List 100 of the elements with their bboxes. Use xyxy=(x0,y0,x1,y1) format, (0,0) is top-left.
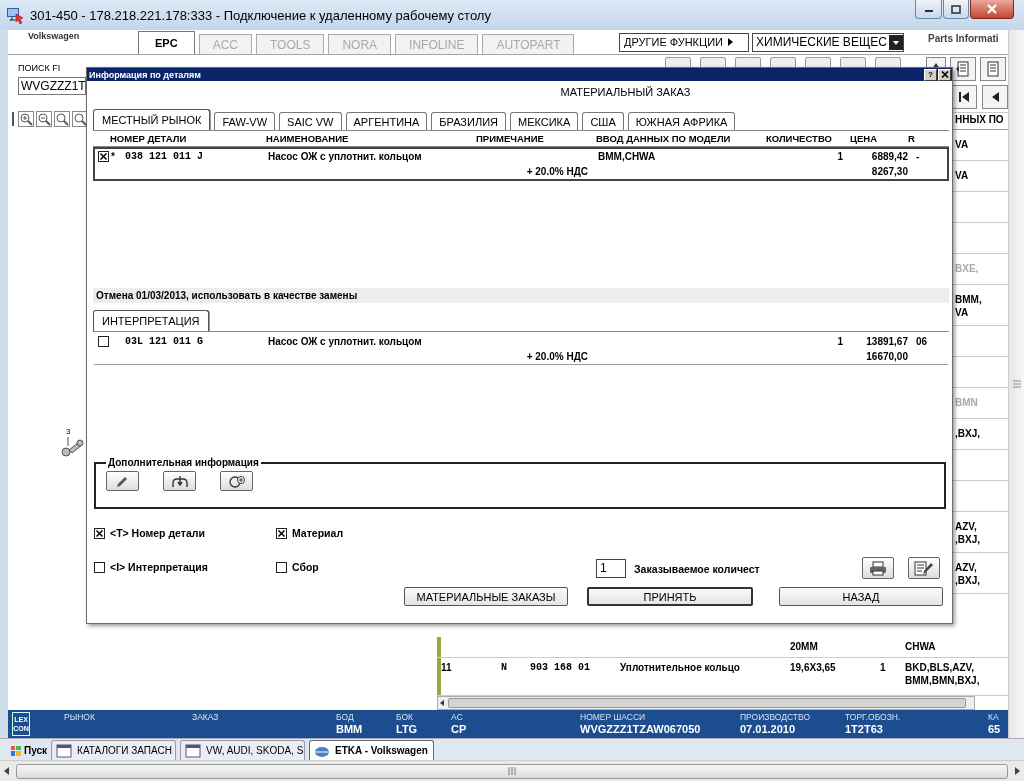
scrollbar-thumb[interactable] xyxy=(16,763,1008,779)
status-label: ЗАКАЗ xyxy=(192,711,220,723)
document-icon xyxy=(956,61,970,77)
option-label: Сбор xyxy=(292,561,319,573)
document-button[interactable] xyxy=(950,57,976,81)
price-with-vat: 16670,00 xyxy=(865,351,909,362)
table-cell-text: 11 xyxy=(441,661,453,675)
windows-icon xyxy=(10,744,22,757)
close-button[interactable] xyxy=(970,0,1014,19)
table-cell-text: AZV, ,BXJ, xyxy=(954,561,981,588)
zoom-out-icon[interactable] xyxy=(36,111,52,127)
part-row[interactable]: 03L 121 011 G Насос ОЖ с уплотнит. кольцом 1 13891,67 06 + 20.0% НДС 16670,00 xyxy=(93,332,949,365)
connector-icon xyxy=(170,473,189,489)
zoom-icon[interactable] xyxy=(54,111,70,127)
column-header: НОМЕР ДЕТАЛИ xyxy=(109,133,188,144)
market-tab[interactable]: ЮЖНАЯ АФРИКА xyxy=(627,112,736,130)
close-icon xyxy=(986,4,998,14)
taskbar-button[interactable]: ETKA - Volkswagen xyxy=(309,740,435,760)
maximize-icon xyxy=(951,4,961,14)
quantity-cell-text: 1 xyxy=(836,151,844,162)
price-cell-text: 13891,67 xyxy=(865,336,909,347)
circle-plus-button[interactable] xyxy=(220,471,253,491)
dialog-button[interactable]: МАТЕРИАЛЬНЫЕ ЗАКАЗЫ xyxy=(404,587,568,606)
tab: ACC xyxy=(198,34,252,54)
column-header: КОЛИЧЕСТВО xyxy=(766,133,833,144)
taskbar-button[interactable]: КАТАЛОГИ ЗАПАСН xyxy=(51,740,177,760)
connector-button[interactable] xyxy=(163,471,196,491)
market-tab[interactable]: США xyxy=(582,112,624,130)
first-button[interactable] xyxy=(951,84,977,109)
print-button[interactable] xyxy=(862,557,894,579)
other-functions-button[interactable]: ДРУГИЕ ФУНКЦИИ xyxy=(619,32,749,52)
status-label: AC xyxy=(451,711,464,723)
scroll-right-icon[interactable] xyxy=(1012,766,1022,776)
checkbox[interactable] xyxy=(94,527,105,539)
start-button[interactable]: Пуск xyxy=(10,741,48,760)
checkbox[interactable] xyxy=(98,336,109,347)
edit-note-button[interactable] xyxy=(908,557,940,579)
status-value: 07.01.2010 xyxy=(740,723,797,735)
function-dropdown[interactable]: ХИМИЧЕСКИЕ ВЕЩЕС xyxy=(752,32,904,52)
checkbox[interactable] xyxy=(98,151,109,162)
checkbox[interactable] xyxy=(94,561,105,573)
circle-plus-icon xyxy=(227,473,246,489)
checkbox[interactable] xyxy=(276,527,287,539)
option-label: <I> Интерпретация xyxy=(110,561,208,573)
vertical-scrollbar-grip-icon[interactable] xyxy=(1012,380,1021,388)
market-tab[interactable]: АРГЕНТИНА xyxy=(345,112,428,130)
dialog-button[interactable]: НАЗАД xyxy=(779,587,943,606)
interpretation-tab[interactable]: ИНТЕРПРЕТАЦИЯ xyxy=(93,310,209,331)
remote-desktop-icon xyxy=(6,6,24,24)
table-cell-text: CHWA xyxy=(905,640,937,654)
callout-number: 3 xyxy=(66,427,71,436)
window-icon xyxy=(185,743,202,758)
column-header: ВВОД ДАННЫХ ПО МОДЕЛИ xyxy=(596,133,732,144)
table-cell-text: 19,6X3,65 xyxy=(790,661,837,675)
market-tab[interactable]: БРАЗИЛИЯ xyxy=(431,112,506,130)
table-cell-text: BMN xyxy=(954,396,979,410)
table-cell-text: 20MM xyxy=(790,640,819,654)
quantity-field[interactable]: 1 xyxy=(596,559,626,578)
minimize-button[interactable] xyxy=(915,0,942,19)
zoom-in-icon[interactable] xyxy=(18,111,34,127)
tab: TOOLS xyxy=(255,34,325,54)
column-header: НАИМЕНОВАНИЕ xyxy=(266,133,350,144)
status-label: БОД xyxy=(336,711,355,723)
dialog-heading: МАТЕРИАЛЬНЫЙ ЗАКАЗ xyxy=(559,85,692,100)
scroll-left-icon xyxy=(438,697,446,709)
maximize-button[interactable] xyxy=(943,0,969,19)
market-tab[interactable]: FAW-VW xyxy=(214,112,276,130)
dialog-button[interactable]: ПРИНЯТЬ xyxy=(587,587,753,606)
replacement-notice: Отмена 01/03/2013, использовать в качестве замены xyxy=(93,288,949,303)
r-cell-text: 06 xyxy=(915,336,929,347)
table-cell-text: N xyxy=(501,661,508,675)
checkbox[interactable] xyxy=(276,561,287,573)
table-cell-text: 903 168 01 xyxy=(530,661,591,675)
table-cell-text: AZV, ,BXJ, xyxy=(954,520,981,547)
column-header: ЦЕНА xyxy=(850,133,878,144)
first-icon xyxy=(958,90,970,103)
taskbar-button[interactable]: VW, AUDI, SKODA, S xyxy=(180,740,306,760)
group-legend: Дополнительная информация xyxy=(106,457,261,468)
table-cell-text: VA xyxy=(954,169,970,183)
grip-icon xyxy=(507,767,517,775)
market-tab[interactable]: МЕСТНЫЙ РЫНОК xyxy=(93,109,211,130)
tab: NORA xyxy=(328,34,392,54)
horizontal-scrollbar[interactable] xyxy=(437,696,975,710)
market-tab[interactable]: МЕКСИКА xyxy=(510,112,579,130)
window-title: 301-450 - 178.218.221.178:333 - Подключение к удаленному рабочему столу xyxy=(30,7,492,23)
status-value: 1T2T63 xyxy=(845,723,884,735)
tab[interactable]: EPC xyxy=(138,31,195,54)
part-number: 038 121 011 J xyxy=(125,151,203,162)
market-tab[interactable]: SAIC VW xyxy=(279,112,342,130)
previous-icon xyxy=(990,90,1000,103)
scroll-left-icon[interactable] xyxy=(2,766,12,776)
printer-icon xyxy=(869,560,887,576)
previous-button[interactable] xyxy=(982,84,1008,109)
help-button[interactable]: ? xyxy=(924,68,937,81)
status-label: ТОРГ.ОБОЗН. xyxy=(845,711,902,723)
table-cell-text: BXE, xyxy=(954,262,980,276)
pencil-button[interactable] xyxy=(106,471,139,491)
part-row[interactable]: * 038 121 011 J Насос ОЖ с уплотнит. кольцом BMM,CHWA 1 6889,42 - + 20.0% НДС 8267,30 xyxy=(93,147,949,181)
document-icon xyxy=(986,61,1000,77)
status-label: КА xyxy=(988,711,1000,723)
